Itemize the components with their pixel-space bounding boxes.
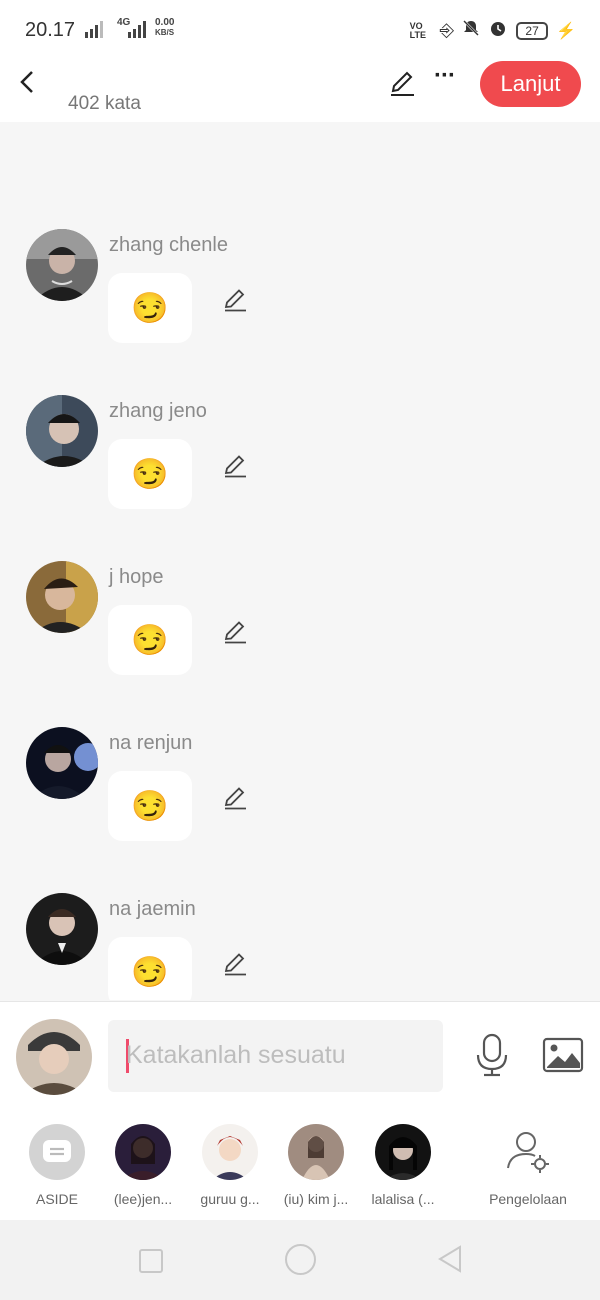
battery-icon: 27 bbox=[516, 21, 549, 40]
pencil-icon[interactable] bbox=[222, 619, 248, 650]
message-bubble[interactable]: 😏 bbox=[108, 771, 192, 841]
pencil-icon[interactable] bbox=[388, 69, 416, 102]
character-name: j hope bbox=[109, 566, 164, 588]
character-label: lalalisa (... bbox=[371, 1191, 435, 1207]
recent-apps-icon[interactable] bbox=[139, 1249, 163, 1273]
user-settings-icon bbox=[500, 1124, 556, 1180]
message-text: 😏 bbox=[131, 955, 169, 989]
avatar bbox=[202, 1124, 258, 1180]
avatar[interactable] bbox=[26, 561, 98, 633]
chat-header: 402 kata ··· Lanjut bbox=[0, 60, 600, 122]
list-item: zhang jeno 😏 bbox=[0, 395, 600, 561]
character-label: (lee)jen... bbox=[113, 1191, 173, 1207]
bell-off-icon bbox=[462, 19, 480, 42]
character-item[interactable]: (iu) kim j... bbox=[271, 1124, 361, 1207]
status-bar: 20.17 4G 0.00 KB/S VO LTE ⎆ 27 ⚡ bbox=[0, 0, 600, 60]
signal-icon bbox=[85, 20, 103, 38]
avatar[interactable] bbox=[26, 395, 98, 467]
character-item[interactable]: lalalisa (... bbox=[358, 1124, 448, 1207]
message-bubble[interactable]: 😏 bbox=[108, 273, 192, 343]
gamepad-icon: ⎆ bbox=[439, 20, 455, 40]
status-time: 20.17 bbox=[25, 19, 76, 41]
microphone-icon[interactable] bbox=[474, 1033, 510, 1082]
list-item: zhang chenle 😏 bbox=[0, 229, 600, 395]
aside-icon bbox=[29, 1124, 85, 1180]
message-bubble[interactable]: 😏 bbox=[108, 439, 192, 509]
list-item: 😏 bbox=[0, 122, 600, 166]
character-label: ASIDE bbox=[35, 1191, 78, 1207]
signal-icon bbox=[128, 20, 146, 38]
character-item[interactable]: (lee)jen... bbox=[98, 1124, 188, 1207]
composer-bar: Katakanlah sesuatu bbox=[0, 1001, 600, 1113]
system-nav-bar bbox=[0, 1220, 600, 1300]
data-speed: 0.00 KB/S bbox=[155, 18, 174, 38]
word-count: 402 kata bbox=[68, 93, 141, 114]
message-bubble[interactable]: 😏 bbox=[108, 605, 192, 675]
message-bubble[interactable]: 😏 bbox=[108, 937, 192, 1000]
back-icon[interactable] bbox=[436, 1244, 464, 1279]
character-name: na jaemin bbox=[109, 898, 196, 920]
next-button[interactable]: Lanjut bbox=[480, 61, 581, 107]
character-name: zhang chenle bbox=[109, 234, 228, 256]
message-text: 😏 bbox=[131, 789, 169, 823]
manage-button[interactable]: Pengelolaan bbox=[483, 1124, 573, 1207]
status-icons: VO LTE ⎆ 27 ⚡ bbox=[410, 18, 576, 43]
pencil-icon[interactable] bbox=[222, 453, 248, 484]
list-item: j hope 😏 bbox=[0, 561, 600, 727]
home-icon[interactable] bbox=[285, 1244, 316, 1275]
message-input[interactable]: Katakanlah sesuatu bbox=[108, 1020, 443, 1092]
avatar[interactable] bbox=[16, 1019, 92, 1095]
pencil-icon[interactable] bbox=[222, 785, 248, 816]
avatar[interactable] bbox=[26, 727, 98, 799]
message-text: 😏 bbox=[131, 291, 169, 325]
more-dots-icon[interactable]: ··· bbox=[434, 62, 456, 90]
character-name: na renjun bbox=[109, 732, 193, 754]
back-arrow-icon[interactable] bbox=[18, 68, 36, 104]
avatar bbox=[375, 1124, 431, 1180]
pencil-icon[interactable] bbox=[222, 951, 248, 982]
character-item[interactable]: guruu g... bbox=[185, 1124, 275, 1207]
list-item: na jaemin 😏 bbox=[0, 893, 600, 1000]
chat-list[interactable]: 😏 zhang chenle 😏 zhang jeno 😏 j hope 😏 bbox=[0, 122, 600, 1000]
character-label: guruu g... bbox=[200, 1191, 260, 1207]
pencil-icon[interactable] bbox=[222, 287, 248, 318]
avatar bbox=[115, 1124, 171, 1180]
list-item: na renjun 😏 bbox=[0, 727, 600, 893]
avatar[interactable] bbox=[26, 229, 98, 301]
avatar[interactable] bbox=[26, 893, 98, 965]
character-name: zhang jeno bbox=[109, 400, 207, 422]
character-bar: ASIDE (lee)jen... guruu g... (iu) kim j.… bbox=[0, 1112, 600, 1220]
character-label: Pengelolaan bbox=[489, 1191, 567, 1207]
alarm-icon bbox=[488, 18, 508, 43]
data-speed-value: 0.00 bbox=[155, 17, 175, 28]
data-speed-unit: KB/S bbox=[155, 28, 175, 37]
charging-icon: ⚡ bbox=[556, 22, 576, 40]
message-text: 😏 bbox=[131, 457, 169, 491]
message-text: 😏 bbox=[131, 623, 169, 657]
character-label: (iu) kim j... bbox=[283, 1191, 349, 1207]
character-aside[interactable]: ASIDE bbox=[12, 1124, 102, 1207]
message-input-placeholder: Katakanlah sesuatu bbox=[126, 1041, 346, 1069]
image-icon[interactable] bbox=[542, 1037, 584, 1078]
avatar bbox=[288, 1124, 344, 1180]
volte-icon: VO LTE bbox=[409, 20, 427, 40]
